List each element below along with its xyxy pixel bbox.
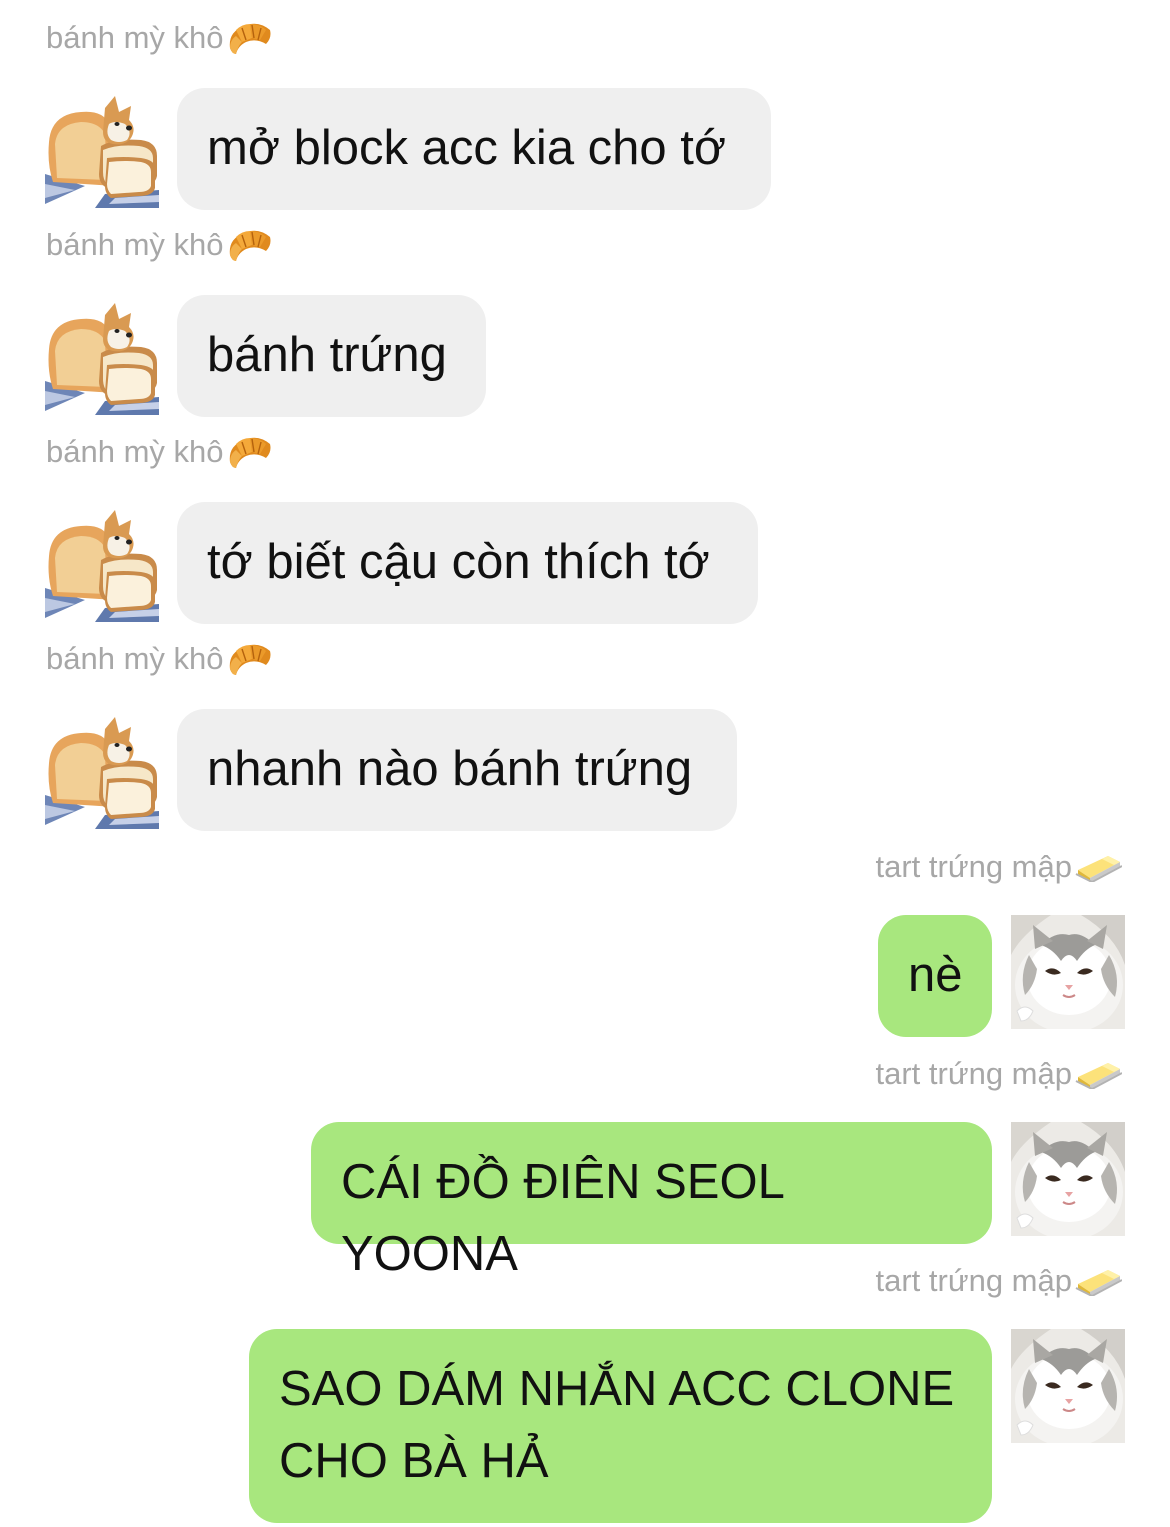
sender-name: tart trứng mập — [876, 1259, 1123, 1303]
bread-dog-avatar[interactable] — [45, 715, 159, 829]
message-bubble[interactable]: bánh trứng — [177, 295, 486, 417]
croissant-icon — [226, 18, 274, 58]
message-bubble[interactable]: CÁI ĐỒ ĐIÊN SEOL YOONA — [311, 1122, 992, 1281]
butter-icon — [1074, 1059, 1122, 1089]
sender-name: bánh mỳ khô — [46, 16, 274, 60]
message-bubble[interactable]: nè — [878, 915, 992, 1037]
white-cat-avatar[interactable] — [1011, 1122, 1125, 1236]
bread-dog-avatar[interactable] — [45, 508, 159, 622]
white-cat-avatar[interactable] — [1011, 1329, 1125, 1443]
message-bubble[interactable]: nhanh nào bánh trứng — [177, 709, 737, 831]
sender-name: tart trứng mập — [876, 845, 1123, 889]
croissant-icon — [226, 639, 274, 679]
croissant-icon — [226, 432, 274, 472]
white-cat-avatar[interactable] — [1011, 915, 1125, 1029]
butter-icon — [1074, 852, 1122, 882]
message-bubble[interactable]: tớ biết cậu còn thích tớ — [177, 502, 758, 624]
sender-name: bánh mỳ khô — [46, 223, 274, 267]
sender-name: bánh mỳ khô — [46, 430, 274, 474]
message-bubble[interactable]: mở block acc kia cho tớ — [177, 88, 771, 210]
sender-name: bánh mỳ khô — [46, 637, 274, 681]
chat-thread: bánh mỳ khô mở block acc kia cho tớ bánh… — [0, 0, 1170, 1527]
message-bubble[interactable]: SAO DÁM NHẮN ACC CLONE CHO BÀ HẢ — [249, 1329, 992, 1523]
bread-dog-avatar[interactable] — [45, 301, 159, 415]
butter-icon — [1074, 1266, 1122, 1296]
sender-name: tart trứng mập — [876, 1052, 1123, 1096]
croissant-icon — [226, 225, 274, 265]
bread-dog-avatar[interactable] — [45, 94, 159, 208]
